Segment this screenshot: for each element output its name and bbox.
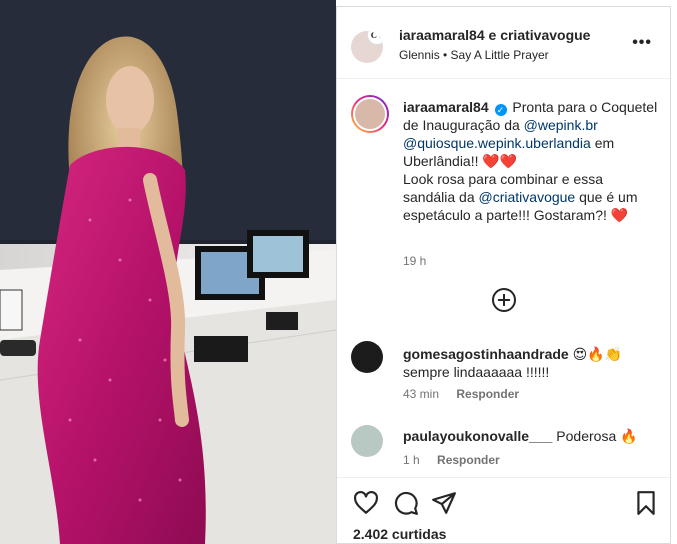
- comment-username[interactable]: gomesagostinhaandrade: [403, 346, 569, 362]
- post-authors[interactable]: iaraamaral84 e criativavogue: [399, 27, 590, 43]
- commenter-avatar[interactable]: [351, 341, 383, 373]
- comment-body: sempre lindaaaaaa !!!!!!: [403, 364, 550, 380]
- reply-button[interactable]: Responder: [456, 387, 519, 401]
- heart-icon[interactable]: [353, 490, 379, 516]
- mention-quiosque[interactable]: @quiosque.wepink.uberlandia: [403, 135, 591, 151]
- comment-meta: 1 h Responder: [403, 453, 500, 467]
- post-sidebar: CV iaraamaral84 e criativavogue Glennis …: [336, 6, 671, 544]
- reply-button[interactable]: Responder: [437, 453, 500, 467]
- comment-meta: 43 min Responder: [403, 387, 519, 401]
- caption-avatar[interactable]: [351, 95, 389, 133]
- mention-criativavogue[interactable]: @criativavogue: [479, 189, 576, 205]
- caption-time[interactable]: 19 h: [403, 254, 426, 268]
- post-header: CV iaraamaral84 e criativavogue Glennis …: [337, 7, 670, 79]
- comment-emojis: 🔥: [620, 428, 638, 444]
- likes-count[interactable]: 2.402 curtidas: [353, 526, 446, 542]
- mention-wepink[interactable]: @wepink.br: [524, 117, 598, 133]
- share-icon[interactable]: [431, 490, 457, 516]
- plus-circle-icon[interactable]: [492, 288, 516, 312]
- caption-hearts: ❤️❤️: [482, 153, 518, 169]
- bookmark-icon[interactable]: [633, 490, 659, 516]
- collab-avatar-badge[interactable]: CV: [367, 31, 383, 45]
- author-avatar[interactable]: CV: [351, 31, 383, 63]
- comment-time[interactable]: 1 h: [403, 453, 420, 467]
- commenter-avatar[interactable]: [351, 425, 383, 457]
- comment-icon[interactable]: [393, 490, 419, 516]
- comment-body: Poderosa: [556, 428, 617, 444]
- comment-emojis: 😍🔥👏: [572, 346, 623, 362]
- ellipsis-icon[interactable]: •••: [632, 34, 652, 52]
- post-photo[interactable]: [0, 0, 336, 544]
- comment: paulayoukonovalle___ Poderosa 🔥: [403, 427, 653, 445]
- action-bar: 2.402 curtidas: [337, 477, 670, 543]
- comment-time[interactable]: 43 min: [403, 387, 439, 401]
- comment-username[interactable]: paulayoukonovalle___: [403, 428, 552, 444]
- caption-heart: ❤️: [610, 207, 629, 223]
- audio-track[interactable]: Glennis • Say A Little Prayer: [399, 48, 549, 62]
- caption-username[interactable]: iaraamaral84: [403, 99, 489, 115]
- verified-badge-icon: ✓: [494, 104, 507, 116]
- caption: iaraamaral84 ✓ Pronta para o Coquetel de…: [403, 98, 658, 224]
- comment: gomesagostinhaandrade 😍🔥👏 sempre lindaaa…: [403, 345, 653, 381]
